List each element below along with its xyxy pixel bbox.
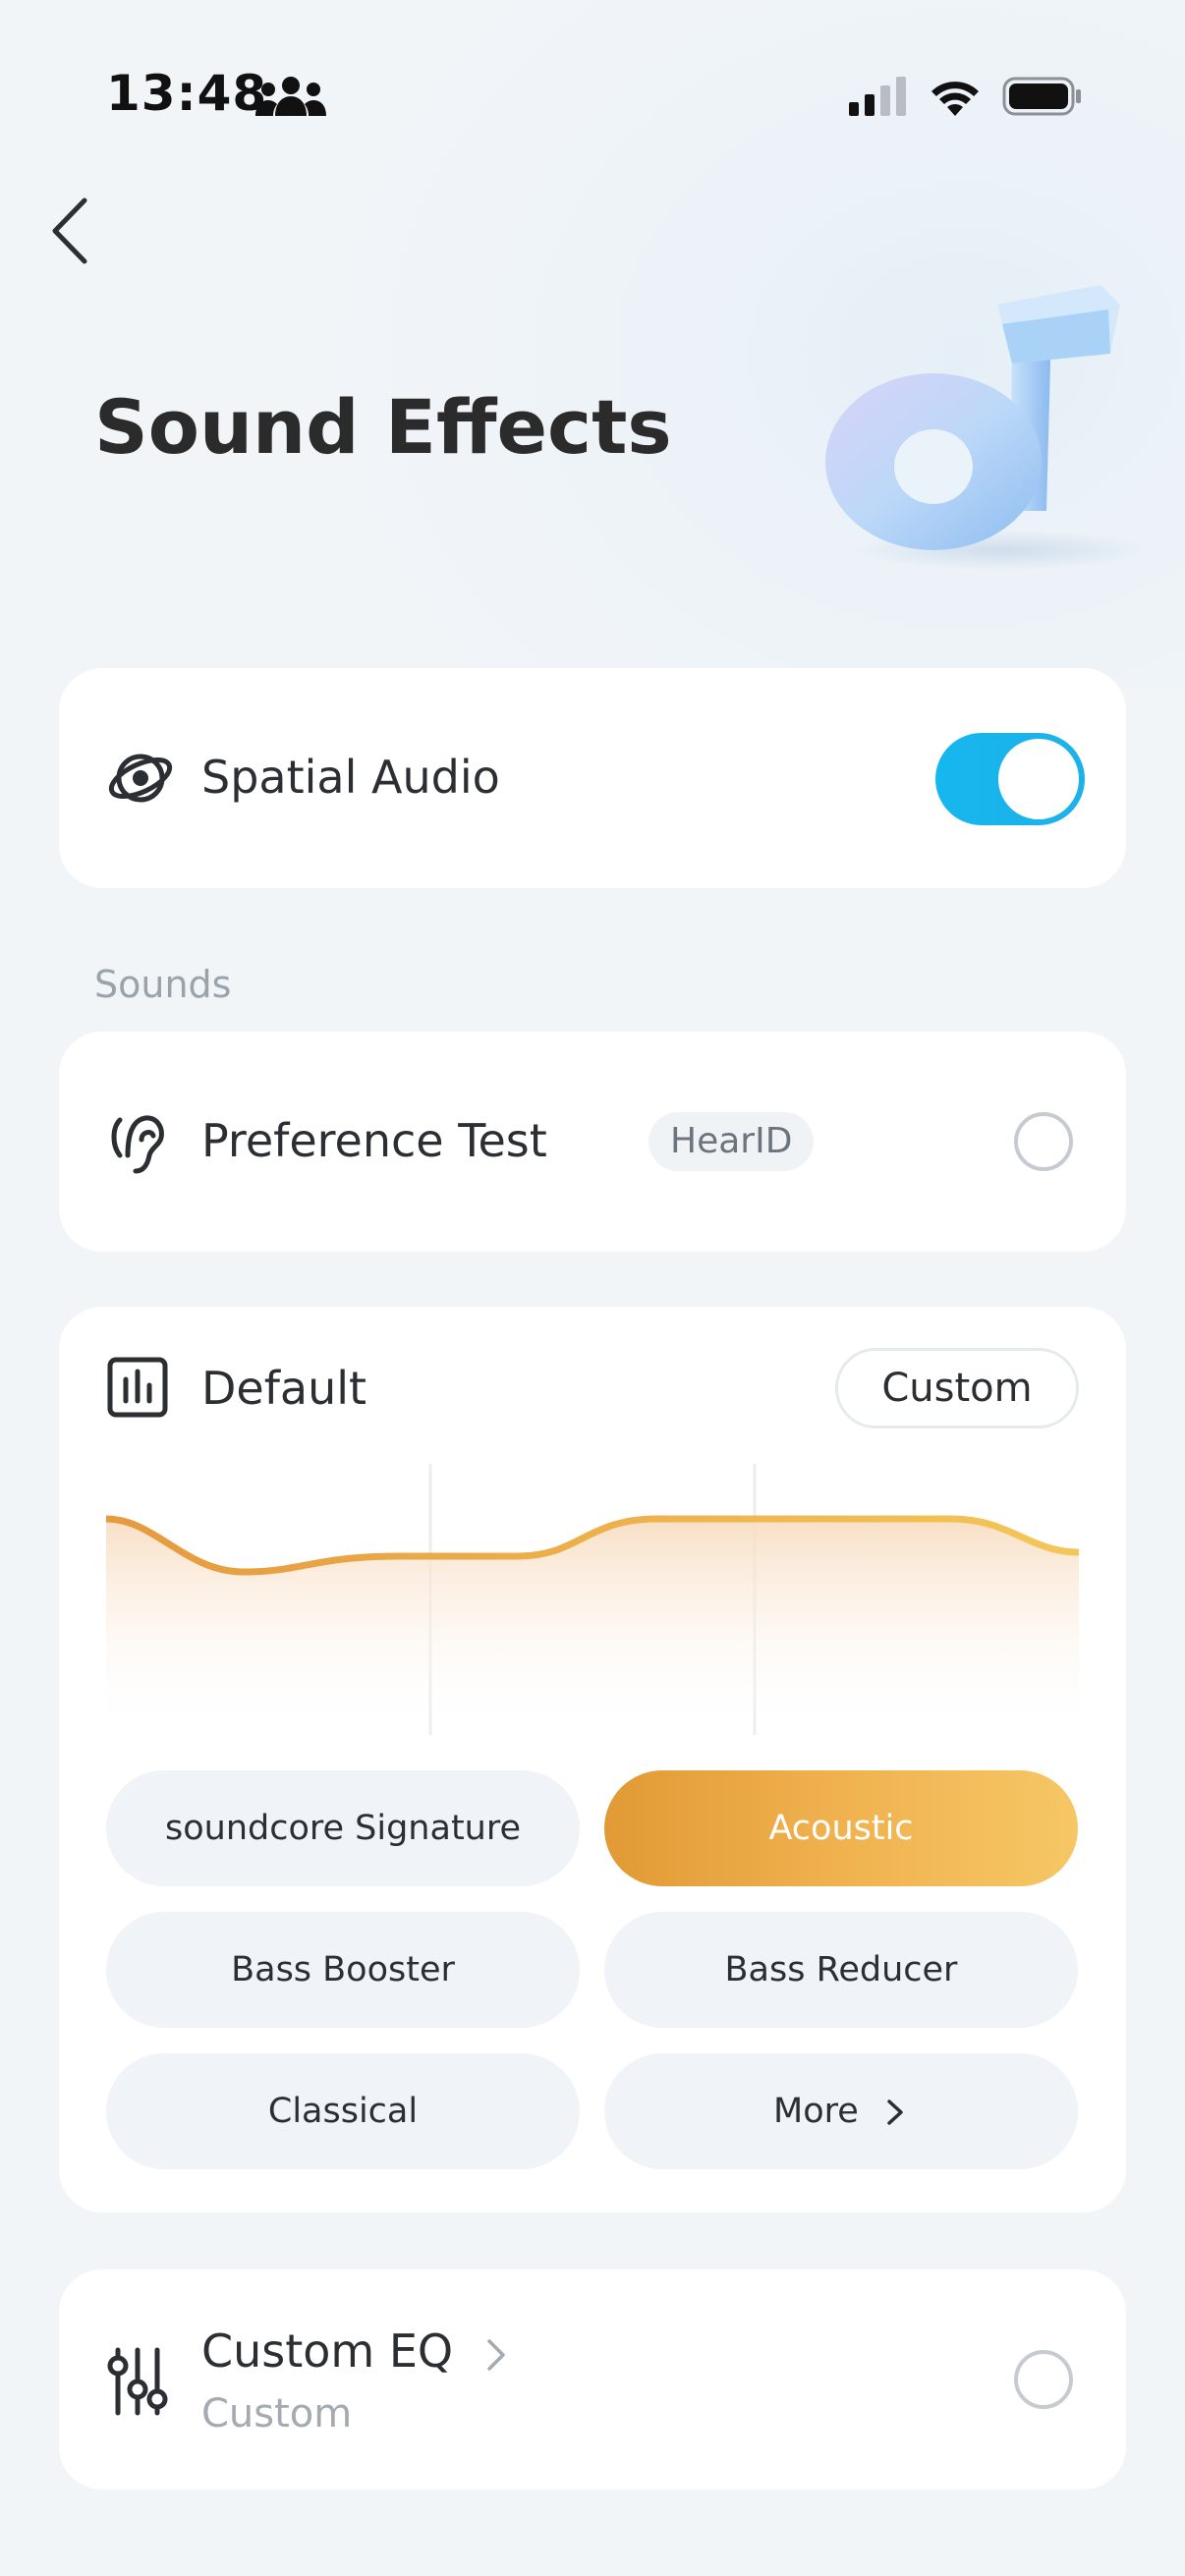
custom-eq-radio[interactable] (1014, 2350, 1073, 2409)
spatial-audio-card: Spatial Audio (59, 668, 1126, 888)
section-label-sounds: Sounds (94, 963, 232, 1006)
spatial-audio-label: Spatial Audio (201, 751, 500, 804)
chevron-right-icon (487, 2338, 505, 2371)
battery-icon (1002, 77, 1083, 120)
preset-bass-reducer[interactable]: Bass Reducer (604, 1912, 1078, 2028)
page-title: Sound Effects (94, 383, 672, 471)
wifi-icon (928, 77, 983, 120)
custom-eq-card[interactable]: Custom EQ Custom (59, 2269, 1126, 2490)
custom-eq-title: Custom EQ (201, 2324, 454, 2378)
status-time: 13:48 (106, 65, 268, 122)
preset-bass-booster[interactable]: Bass Booster (106, 1912, 580, 2028)
preset-soundcore-signature[interactable]: soundcore Signature (106, 1770, 580, 1886)
preference-test-label: Preference Test (201, 1114, 547, 1167)
custom-button[interactable]: Custom (835, 1348, 1079, 1428)
eq-curve-graph (102, 1464, 1083, 1743)
eq-card-label: Default (201, 1362, 367, 1415)
hearid-badge: HearID (649, 1112, 815, 1171)
chevron-left-icon (52, 197, 87, 264)
preset-more-button[interactable]: More (604, 2053, 1078, 2169)
custom-eq-sub-label: Custom (201, 2391, 353, 2436)
equalizer-icon (106, 1356, 169, 1423)
back-button[interactable] (41, 187, 100, 275)
preference-test-card[interactable]: Preference Test HearID (59, 1032, 1126, 1252)
eq-presets-card: Default Custom soundcore Signature Acous… (59, 1307, 1126, 2212)
ear-icon (106, 1106, 169, 1181)
preference-test-radio[interactable] (1014, 1112, 1073, 1171)
preset-acoustic[interactable]: Acoustic (604, 1770, 1078, 1886)
preset-classical[interactable]: Classical (106, 2053, 580, 2169)
spatial-audio-icon (106, 747, 175, 813)
custom-eq-label[interactable]: Custom EQ (201, 2324, 511, 2378)
chevron-right-icon (887, 2100, 903, 2125)
signal-icon (849, 77, 908, 120)
sliders-icon (106, 2346, 169, 2421)
people-icon (254, 75, 328, 122)
spatial-audio-toggle[interactable] (935, 733, 1085, 825)
more-label: More (773, 2092, 859, 2131)
music-note-illustration (816, 265, 1150, 584)
status-bar: 13:48 (0, 0, 1185, 187)
toggle-knob (998, 739, 1079, 819)
